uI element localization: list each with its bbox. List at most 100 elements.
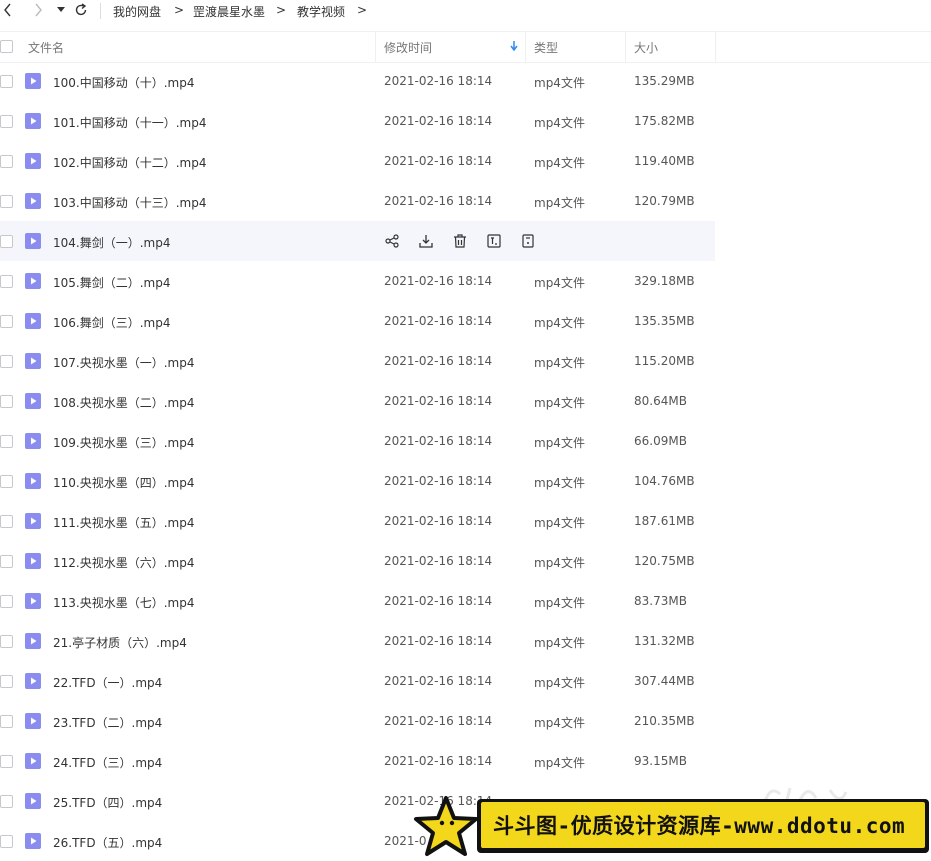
file-name[interactable]: 103.中国移动（十三）.mp4: [53, 194, 206, 211]
file-row[interactable]: 108.央视水墨（二）.mp4 2021-02-16 18:14 mp4文件 80.6…: [0, 381, 931, 421]
file-name[interactable]: 111.央视水墨（五）.mp4: [53, 514, 194, 531]
file-row[interactable]: 21.亭子材质（六）.mp4 2021-02-16 18:14 mp4文件 131.3…: [0, 621, 931, 661]
file-row[interactable]: 24.TFD（三）.mp4 2021-02-16 18:14 mp4文件 93.15M…: [0, 741, 931, 781]
file-modified-time: 2021-02-16 18:14: [384, 514, 493, 528]
column-divider[interactable]: [525, 32, 526, 62]
file-name[interactable]: 21.亭子材质（六）.mp4: [53, 634, 187, 651]
file-modified-time: 2021-02-16 18:14: [384, 754, 493, 768]
file-row[interactable]: 112.央视水墨（六）.mp4 2021-02-16 18:14 mp4文件 120.…: [0, 541, 931, 581]
row-checkbox[interactable]: [0, 355, 13, 368]
file-row[interactable]: 105.舞剑（二）.mp4 2021-02-16 18:14 mp4文件 329.18…: [0, 261, 931, 301]
row-checkbox[interactable]: [0, 435, 13, 448]
download-icon[interactable]: [418, 233, 434, 249]
file-size: 120.75MB: [634, 554, 695, 568]
file-name[interactable]: 107.央视水墨（一）.mp4: [53, 354, 194, 371]
row-checkbox[interactable]: [0, 315, 13, 328]
file-name[interactable]: 25.TFD（四）.mp4: [53, 794, 162, 811]
file-row[interactable]: 109.央视水墨（三）.mp4 2021-02-16 18:14 mp4文件 66.0…: [0, 421, 931, 461]
file-row[interactable]: 102.中国移动（十二）.mp4 2021-02-16 18:14 mp4文件 119…: [0, 141, 931, 181]
column-divider[interactable]: [375, 32, 376, 62]
file-modified-time: 2021-02-16 18:14: [384, 314, 493, 328]
file-row[interactable]: 100.中国移动（十）.mp4 2021-02-16 18:14 mp4文件 135.…: [0, 61, 931, 101]
video-file-icon: [25, 433, 41, 449]
rename-icon[interactable]: [486, 233, 502, 249]
file-size: 135.35MB: [634, 314, 695, 328]
breadcrumb-item-my-drive[interactable]: 我的网盘: [113, 3, 161, 20]
file-name[interactable]: 22.TFD（一）.mp4: [53, 674, 162, 691]
file-name[interactable]: 112.央视水墨（六）.mp4: [53, 554, 194, 571]
file-name[interactable]: 101.中国移动（十一）.mp4: [53, 114, 206, 131]
toolbar-divider: [100, 3, 101, 19]
row-checkbox[interactable]: [0, 235, 13, 248]
row-checkbox[interactable]: [0, 755, 13, 768]
file-row[interactable]: 103.中国移动（十三）.mp4 2021-02-16 18:14 mp4文件 120…: [0, 181, 931, 221]
share-icon[interactable]: [384, 233, 400, 249]
video-file-icon: [25, 153, 41, 169]
top-navigation-bar: 我的网盘 > 罡渡晨星水墨 > 教学视频 >: [0, 0, 931, 22]
row-checkbox[interactable]: [0, 395, 13, 408]
row-checkbox[interactable]: [0, 835, 13, 848]
file-row[interactable]: 111.央视水墨（五）.mp4 2021-02-16 18:14 mp4文件 187.…: [0, 501, 931, 541]
row-checkbox[interactable]: [0, 795, 13, 808]
file-type: mp4文件: [534, 436, 585, 450]
file-row[interactable]: 101.中国移动（十一）.mp4 2021-02-16 18:14 mp4文件 175…: [0, 101, 931, 141]
file-name[interactable]: 109.央视水墨（三）.mp4: [53, 434, 194, 451]
video-file-icon: [25, 833, 41, 849]
file-size: 210.35MB: [634, 714, 695, 728]
row-checkbox[interactable]: [0, 595, 13, 608]
row-checkbox[interactable]: [0, 115, 13, 128]
breadcrumb-item-current[interactable]: 教学视频: [297, 3, 345, 20]
video-file-icon: [25, 313, 41, 329]
column-divider[interactable]: [715, 32, 716, 62]
column-header-type[interactable]: 类型: [534, 39, 558, 56]
row-checkbox[interactable]: [0, 75, 13, 88]
file-size: 66.09MB: [634, 434, 687, 448]
file-name[interactable]: 24.TFD（三）.mp4: [53, 754, 162, 771]
row-checkbox[interactable]: [0, 475, 13, 488]
file-name[interactable]: 113.央视水墨（七）.mp4: [53, 594, 194, 611]
file-name[interactable]: 104.舞剑（一）.mp4: [53, 234, 170, 251]
video-file-icon: [25, 473, 41, 489]
file-type: mp4文件: [534, 276, 585, 290]
row-checkbox[interactable]: [0, 195, 13, 208]
file-row[interactable]: 110.央视水墨（四）.mp4 2021-02-16 18:14 mp4文件 104.…: [0, 461, 931, 501]
breadcrumb-item-folder[interactable]: 罡渡晨星水墨: [193, 3, 265, 20]
delete-icon[interactable]: [452, 233, 468, 249]
video-file-icon: [25, 673, 41, 689]
row-checkbox[interactable]: [0, 555, 13, 568]
file-row[interactable]: 107.央视水墨（一）.mp4 2021-02-16 18:14 mp4文件 115.…: [0, 341, 931, 381]
file-name[interactable]: 102.中国移动（十二）.mp4: [53, 154, 206, 171]
file-row[interactable]: 23.TFD（二）.mp4 2021-02-16 18:14 mp4文件 210.35…: [0, 701, 931, 741]
column-header-modified[interactable]: 修改时间: [384, 39, 432, 56]
file-name[interactable]: 100.中国移动（十）.mp4: [53, 74, 194, 91]
more-icon[interactable]: [520, 233, 536, 249]
row-checkbox[interactable]: [0, 635, 13, 648]
forward-arrow-icon[interactable]: [30, 2, 46, 18]
file-name[interactable]: 23.TFD（二）.mp4: [53, 714, 162, 731]
file-row[interactable]: 22.TFD（一）.mp4 2021-02-16 18:14 mp4文件 307.44…: [0, 661, 931, 701]
file-row[interactable]: 106.舞剑（三）.mp4 2021-02-16 18:14 mp4文件 135.35…: [0, 301, 931, 341]
back-arrow-icon[interactable]: [0, 2, 16, 18]
file-row[interactable]: 113.央视水墨（七）.mp4 2021-02-16 18:14 mp4文件 83.7…: [0, 581, 931, 621]
row-checkbox[interactable]: [0, 275, 13, 288]
promo-banner[interactable]: 斗斗图-优质设计资源库-www.ddotu.com: [477, 799, 929, 853]
column-header-size[interactable]: 大小: [634, 39, 658, 56]
file-name[interactable]: 110.央视水墨（四）.mp4: [53, 474, 194, 491]
sort-descending-icon[interactable]: [510, 40, 518, 54]
file-name[interactable]: 105.舞剑（二）.mp4: [53, 274, 170, 291]
row-checkbox[interactable]: [0, 675, 13, 688]
row-checkbox[interactable]: [0, 715, 13, 728]
breadcrumb-separator: >: [174, 3, 185, 17]
column-header-name[interactable]: 文件名: [28, 39, 64, 56]
refresh-icon[interactable]: [73, 2, 89, 18]
column-divider[interactable]: [625, 32, 626, 62]
select-all-checkbox[interactable]: [0, 40, 13, 53]
file-row[interactable]: 104.舞剑（一）.mp4: [0, 221, 715, 261]
row-checkbox[interactable]: [0, 515, 13, 528]
file-name[interactable]: 108.央视水墨（二）.mp4: [53, 394, 194, 411]
file-modified-time: 2021-02-16 18:14: [384, 474, 493, 488]
row-checkbox[interactable]: [0, 155, 13, 168]
history-dropdown-icon[interactable]: [53, 2, 69, 18]
file-name[interactable]: 106.舞剑（三）.mp4: [53, 314, 170, 331]
file-name[interactable]: 26.TFD（五）.mp4: [53, 834, 162, 851]
